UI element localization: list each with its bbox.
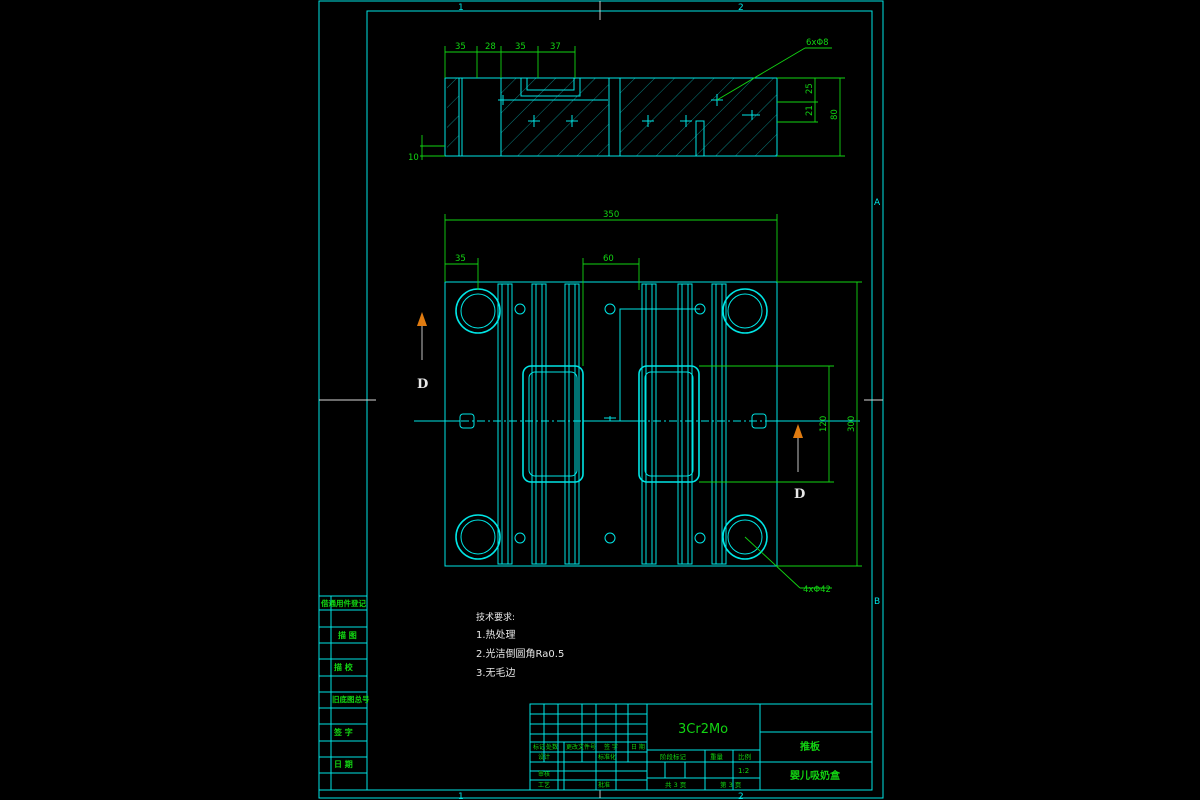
label-stage: 阶段标记	[660, 752, 687, 761]
sheets-total: 共 3 页	[665, 780, 687, 789]
callout-guide-bores: 4xΦ42	[803, 585, 831, 595]
side-label-check: 描 校	[334, 662, 354, 672]
zone-label-b: B	[874, 597, 880, 607]
label-scale: 比例	[738, 752, 751, 761]
callout-pin-holes: 6xΦ8	[806, 38, 829, 48]
scale-value: 1:2	[738, 767, 749, 775]
note-1: 1.热处理	[476, 628, 516, 641]
side-label-date: 日 期	[334, 759, 353, 769]
side-label-old-number: 旧底图总号	[332, 694, 370, 704]
dim-300: 300	[847, 416, 857, 432]
dim-21: 21	[805, 105, 815, 116]
grid-header-date: 日 期	[631, 743, 645, 751]
cad-drawing-sheet: 1 2 A B 1 2 35 28 35 37 6xΦ8 25 21 80 10…	[0, 0, 1200, 800]
dim-35-b: 35	[515, 42, 526, 52]
label-review: 审核	[538, 770, 550, 778]
dim-35-edge: 35	[455, 254, 466, 264]
grid-header-mark: 标记	[533, 743, 545, 751]
dim-28: 28	[485, 42, 496, 52]
part-name: 推板	[800, 740, 821, 753]
side-label-trace: 描 图	[338, 630, 357, 640]
dim-350: 350	[603, 210, 619, 220]
zone-label-top-1: 1	[458, 3, 464, 13]
label-standardization: 标准化	[598, 753, 616, 761]
label-approve: 批准	[598, 781, 610, 789]
zone-label-top-2: 2	[738, 3, 744, 13]
zone-label-bottom-1: 1	[458, 792, 464, 800]
grid-header-sign: 签 字	[604, 743, 618, 751]
dim-35-a: 35	[455, 42, 466, 52]
note-2: 2.光洁倒圆角Ra0.5	[476, 647, 564, 660]
dim-10: 10	[408, 153, 419, 163]
sheet-number: 第 3 页	[720, 780, 742, 789]
section-marker-right: D	[794, 487, 805, 502]
label-weight: 重量	[710, 753, 724, 761]
material-value: 3Cr2Mo	[678, 722, 728, 737]
grid-header-count: 处数	[546, 743, 558, 751]
dim-120: 120	[819, 416, 829, 432]
section-marker-left: D	[417, 377, 428, 392]
notes-heading: 技术要求:	[476, 611, 515, 623]
dim-80: 80	[830, 109, 840, 120]
dim-37: 37	[550, 42, 561, 52]
dim-60: 60	[603, 254, 614, 264]
label-process: 工艺	[538, 781, 550, 789]
side-label-sign: 签 字	[333, 727, 353, 737]
zone-label-a: A	[874, 198, 881, 208]
dim-25: 25	[805, 83, 815, 94]
grid-header-change-doc: 更改文件号	[566, 743, 596, 751]
note-3: 3.无毛边	[476, 667, 516, 679]
product-name: 婴儿吸奶盒	[790, 769, 841, 782]
zone-label-bottom-2: 2	[738, 792, 744, 800]
label-designer: 设计	[538, 753, 550, 761]
side-label-register: 借通用件登记	[320, 598, 366, 608]
